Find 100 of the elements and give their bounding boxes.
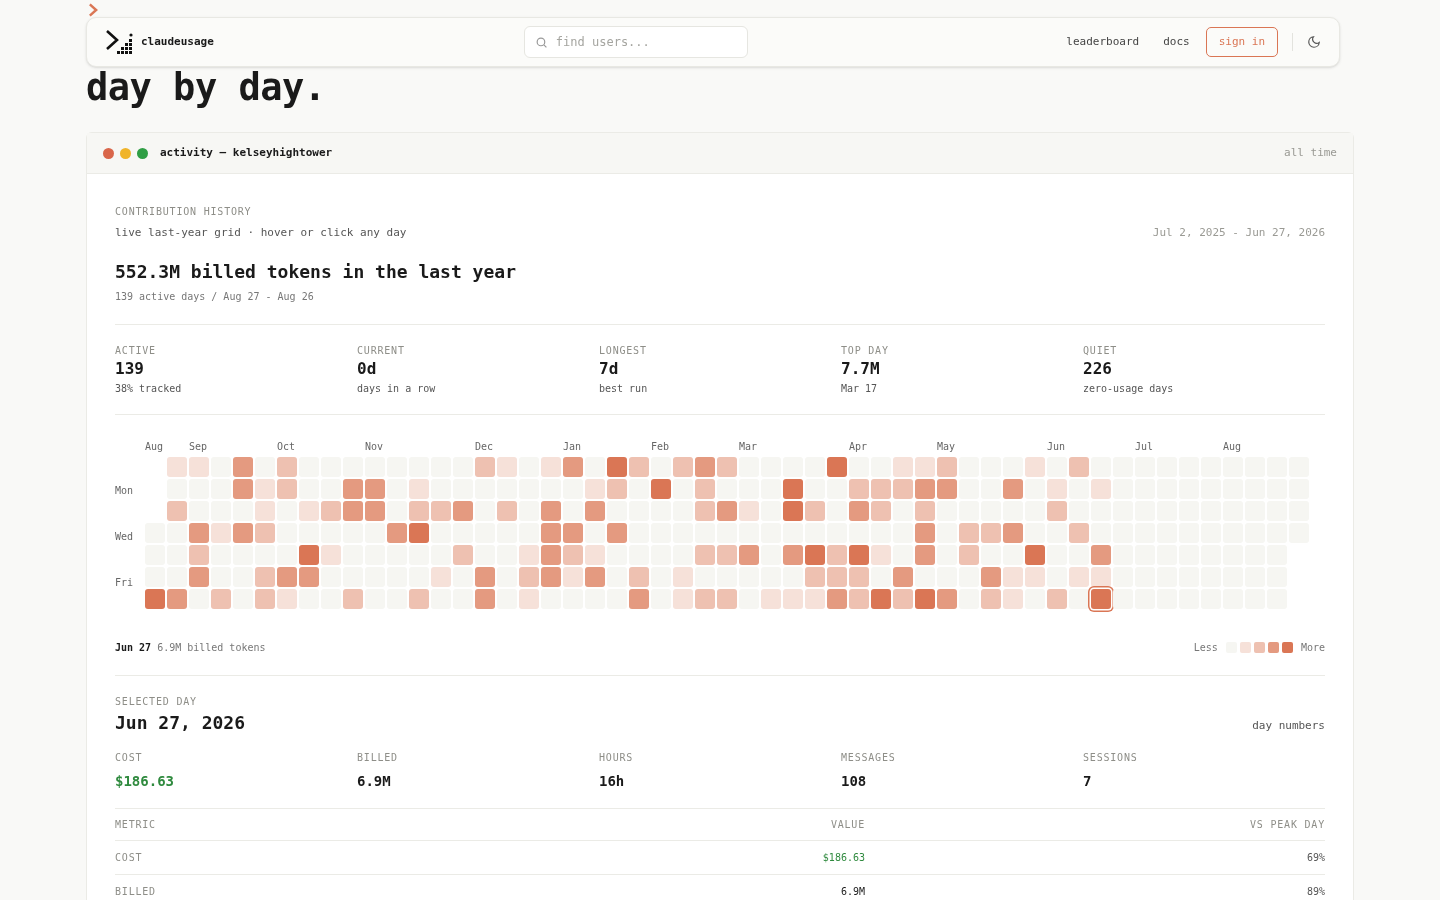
contribution-cell[interactable] <box>695 522 715 543</box>
contribution-cell[interactable] <box>849 566 869 587</box>
contribution-cell[interactable] <box>981 522 1001 543</box>
contribution-cell[interactable] <box>717 456 737 477</box>
contribution-cell[interactable] <box>673 566 693 587</box>
contribution-cell[interactable] <box>541 566 561 587</box>
nav-link[interactable]: leaderboard <box>1066 33 1140 51</box>
contribution-cell[interactable] <box>475 588 495 609</box>
contribution-cell[interactable] <box>541 544 561 565</box>
contribution-cell[interactable] <box>1091 500 1111 521</box>
contribution-cell[interactable] <box>871 522 891 543</box>
contribution-cell[interactable] <box>1003 500 1023 521</box>
contribution-cell[interactable] <box>409 544 429 565</box>
contribution-cell[interactable] <box>497 522 517 543</box>
contribution-cell[interactable] <box>651 500 671 521</box>
day-numbers-toggle[interactable]: day numbers <box>1252 718 1325 735</box>
contribution-cell[interactable] <box>673 456 693 477</box>
contribution-cell[interactable] <box>981 544 1001 565</box>
contribution-cell[interactable] <box>607 478 627 499</box>
contribution-cell[interactable] <box>1025 544 1045 565</box>
contribution-cell[interactable] <box>783 544 803 565</box>
contribution-cell[interactable] <box>739 566 759 587</box>
contribution-cell[interactable] <box>299 522 319 543</box>
contribution-cell[interactable] <box>893 478 913 499</box>
contribution-cell[interactable] <box>937 500 957 521</box>
contribution-cell[interactable] <box>343 522 363 543</box>
contribution-cell[interactable] <box>563 522 583 543</box>
contribution-cell[interactable] <box>827 456 847 477</box>
contribution-cell[interactable] <box>145 588 165 609</box>
contribution-cell[interactable] <box>453 522 473 543</box>
contribution-cell[interactable] <box>321 566 341 587</box>
brand-name[interactable]: claudeusage <box>141 33 214 51</box>
contribution-cell[interactable] <box>299 544 319 565</box>
contribution-cell[interactable] <box>805 522 825 543</box>
contribution-cell[interactable] <box>255 500 275 521</box>
contribution-cell[interactable] <box>1047 500 1067 521</box>
contribution-cell[interactable] <box>409 478 429 499</box>
contribution-cell[interactable] <box>695 566 715 587</box>
contribution-cell[interactable] <box>827 544 847 565</box>
contribution-cell[interactable] <box>1025 566 1045 587</box>
contribution-cell[interactable] <box>1113 588 1133 609</box>
contribution-cell[interactable] <box>431 566 451 587</box>
contribution-cell[interactable] <box>563 588 583 609</box>
contribution-cell[interactable] <box>1003 544 1023 565</box>
contribution-cell[interactable] <box>849 544 869 565</box>
contribution-cell[interactable] <box>805 588 825 609</box>
contribution-cell[interactable] <box>805 544 825 565</box>
contribution-cell[interactable] <box>299 588 319 609</box>
contribution-cell[interactable] <box>651 478 671 499</box>
contribution-cell[interactable] <box>167 456 187 477</box>
contribution-cell[interactable] <box>189 588 209 609</box>
contribution-cell[interactable] <box>1069 478 1089 499</box>
contribution-cell[interactable] <box>365 478 385 499</box>
contribution-cell[interactable] <box>541 522 561 543</box>
contribution-cell[interactable] <box>585 588 605 609</box>
contribution-cell[interactable] <box>233 478 253 499</box>
contribution-cell[interactable] <box>1047 588 1067 609</box>
contribution-cell[interactable] <box>299 500 319 521</box>
contribution-cell[interactable] <box>585 544 605 565</box>
contribution-cell[interactable] <box>211 544 231 565</box>
contribution-cell[interactable] <box>915 522 935 543</box>
contribution-cell[interactable] <box>1113 566 1133 587</box>
contribution-cell[interactable] <box>1069 588 1089 609</box>
contribution-cell[interactable] <box>717 544 737 565</box>
contribution-cell[interactable] <box>959 566 979 587</box>
contribution-cell[interactable] <box>277 456 297 477</box>
contribution-cell[interactable] <box>343 588 363 609</box>
contribution-cell[interactable] <box>1025 456 1045 477</box>
contribution-cell[interactable] <box>893 500 913 521</box>
contribution-cell[interactable] <box>607 522 627 543</box>
contribution-cell[interactable] <box>981 566 1001 587</box>
contribution-cell[interactable] <box>695 588 715 609</box>
contribution-cell[interactable] <box>849 588 869 609</box>
contribution-cell[interactable] <box>981 588 1001 609</box>
contribution-cell[interactable] <box>1025 478 1045 499</box>
moon-icon[interactable] <box>1307 35 1321 49</box>
contribution-cell[interactable] <box>563 456 583 477</box>
contribution-cell[interactable] <box>959 544 979 565</box>
contribution-cell[interactable] <box>409 522 429 543</box>
contribution-cell[interactable] <box>497 500 517 521</box>
contribution-cell[interactable] <box>761 588 781 609</box>
contribution-cell[interactable] <box>189 478 209 499</box>
contribution-cell[interactable] <box>607 456 627 477</box>
contribution-cell[interactable] <box>673 478 693 499</box>
contribution-cell[interactable] <box>585 478 605 499</box>
contribution-cell[interactable] <box>497 456 517 477</box>
contribution-cell[interactable] <box>673 588 693 609</box>
contribution-cell[interactable] <box>717 500 737 521</box>
contribution-cell[interactable] <box>299 566 319 587</box>
contribution-cell[interactable] <box>585 500 605 521</box>
contribution-cell[interactable] <box>431 588 451 609</box>
contribution-cell[interactable] <box>475 456 495 477</box>
contribution-cell[interactable] <box>695 500 715 521</box>
contribution-cell[interactable] <box>915 456 935 477</box>
contribution-cell[interactable] <box>937 478 957 499</box>
contribution-cell[interactable] <box>783 588 803 609</box>
contribution-cell[interactable] <box>167 500 187 521</box>
contribution-cell[interactable] <box>915 566 935 587</box>
contribution-cell[interactable] <box>783 500 803 521</box>
contribution-cell[interactable] <box>717 478 737 499</box>
